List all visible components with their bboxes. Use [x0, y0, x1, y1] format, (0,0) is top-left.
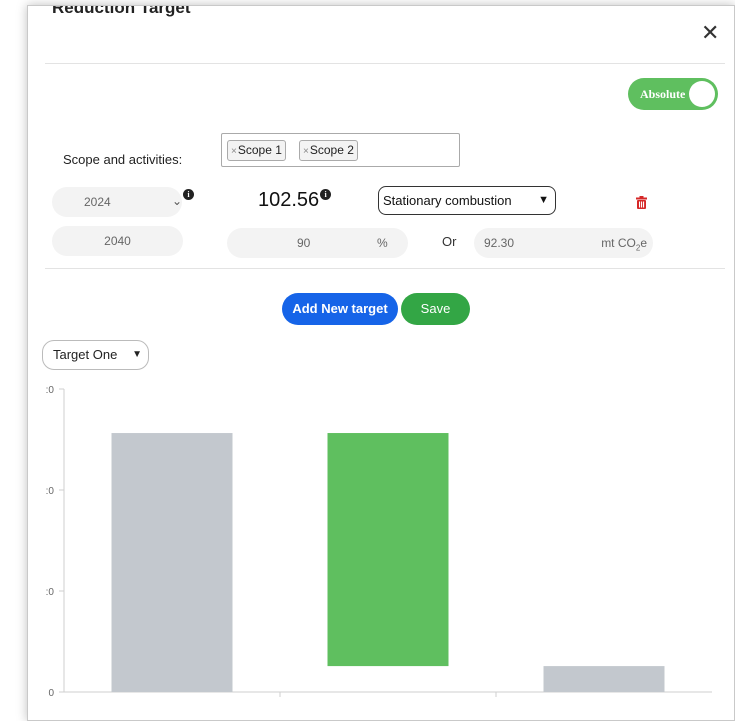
section-divider — [45, 268, 725, 269]
base-year-value: 2024 — [84, 195, 111, 209]
reduction-chart: 0 :0 :0 :0 — [46, 385, 712, 699]
y-tick-label: 0 — [48, 688, 54, 699]
info-icon[interactable]: i — [183, 189, 194, 200]
activity-select[interactable]: Stationary combustion ▼ — [378, 186, 556, 215]
scope-multiselect[interactable]: ×Scope 1 ×Scope 2 — [221, 133, 460, 167]
y-tick-label: :0 — [46, 587, 55, 598]
remove-chip-icon[interactable]: × — [303, 146, 309, 157]
chevron-down-icon: ▼ — [538, 194, 549, 206]
percent-value: 90 — [297, 236, 311, 250]
absolute-reduction-input[interactable]: 92.30 mt CO2e — [474, 228, 653, 258]
dialog-title: Reduction Target — [52, 5, 191, 17]
absolute-toggle[interactable]: Absolute — [628, 78, 718, 110]
target-year-input[interactable]: 2040 — [52, 226, 183, 256]
percent-reduction-input[interactable]: 90 % — [227, 228, 408, 258]
scope-chip-label: Scope 1 — [237, 143, 282, 157]
chevron-down-icon: ⌄ — [172, 194, 183, 208]
or-label: Or — [442, 234, 457, 249]
scope-chip: ×Scope 1 — [227, 140, 286, 161]
scope-chip-label: Scope 2 — [309, 143, 354, 157]
toggle-label: Absolute — [640, 87, 686, 101]
absolute-value: 92.30 — [484, 236, 515, 250]
reduction-target-dialog: Reduction Target ✕ Absolute Scope and ac… — [27, 5, 735, 721]
add-new-target-button[interactable]: Add New target — [282, 293, 398, 325]
chevron-down-icon: ▼ — [132, 349, 142, 360]
header-divider — [45, 63, 725, 64]
percent-unit: % — [377, 236, 388, 250]
info-icon[interactable]: i — [320, 189, 332, 200]
target-select-value: Target One — [53, 347, 118, 362]
save-button[interactable]: Save — [401, 293, 470, 325]
chart-bar — [543, 666, 665, 692]
baseline-value: 102.56 — [258, 189, 320, 211]
y-tick-label: :0 — [46, 486, 55, 497]
unit-label: mt CO2e — [601, 236, 647, 253]
scope-chip: ×Scope 2 — [299, 140, 358, 161]
trash-icon[interactable] — [636, 196, 647, 209]
base-year-select[interactable]: 2024 ⌄ — [52, 187, 182, 217]
scope-label: Scope and activities: — [63, 152, 183, 167]
target-year-value: 2040 — [104, 234, 131, 248]
toggle-knob — [689, 81, 715, 107]
activity-value: Stationary combustion — [383, 193, 512, 208]
chart-bar — [111, 433, 233, 692]
close-icon[interactable]: ✕ — [701, 22, 719, 44]
remove-chip-icon[interactable]: × — [231, 146, 237, 157]
target-select[interactable]: Target One ▼ — [42, 340, 149, 370]
chart-bar — [327, 433, 449, 667]
baseline-emissions: 102.56 i — [258, 189, 332, 212]
y-tick-label: :0 — [46, 385, 55, 396]
